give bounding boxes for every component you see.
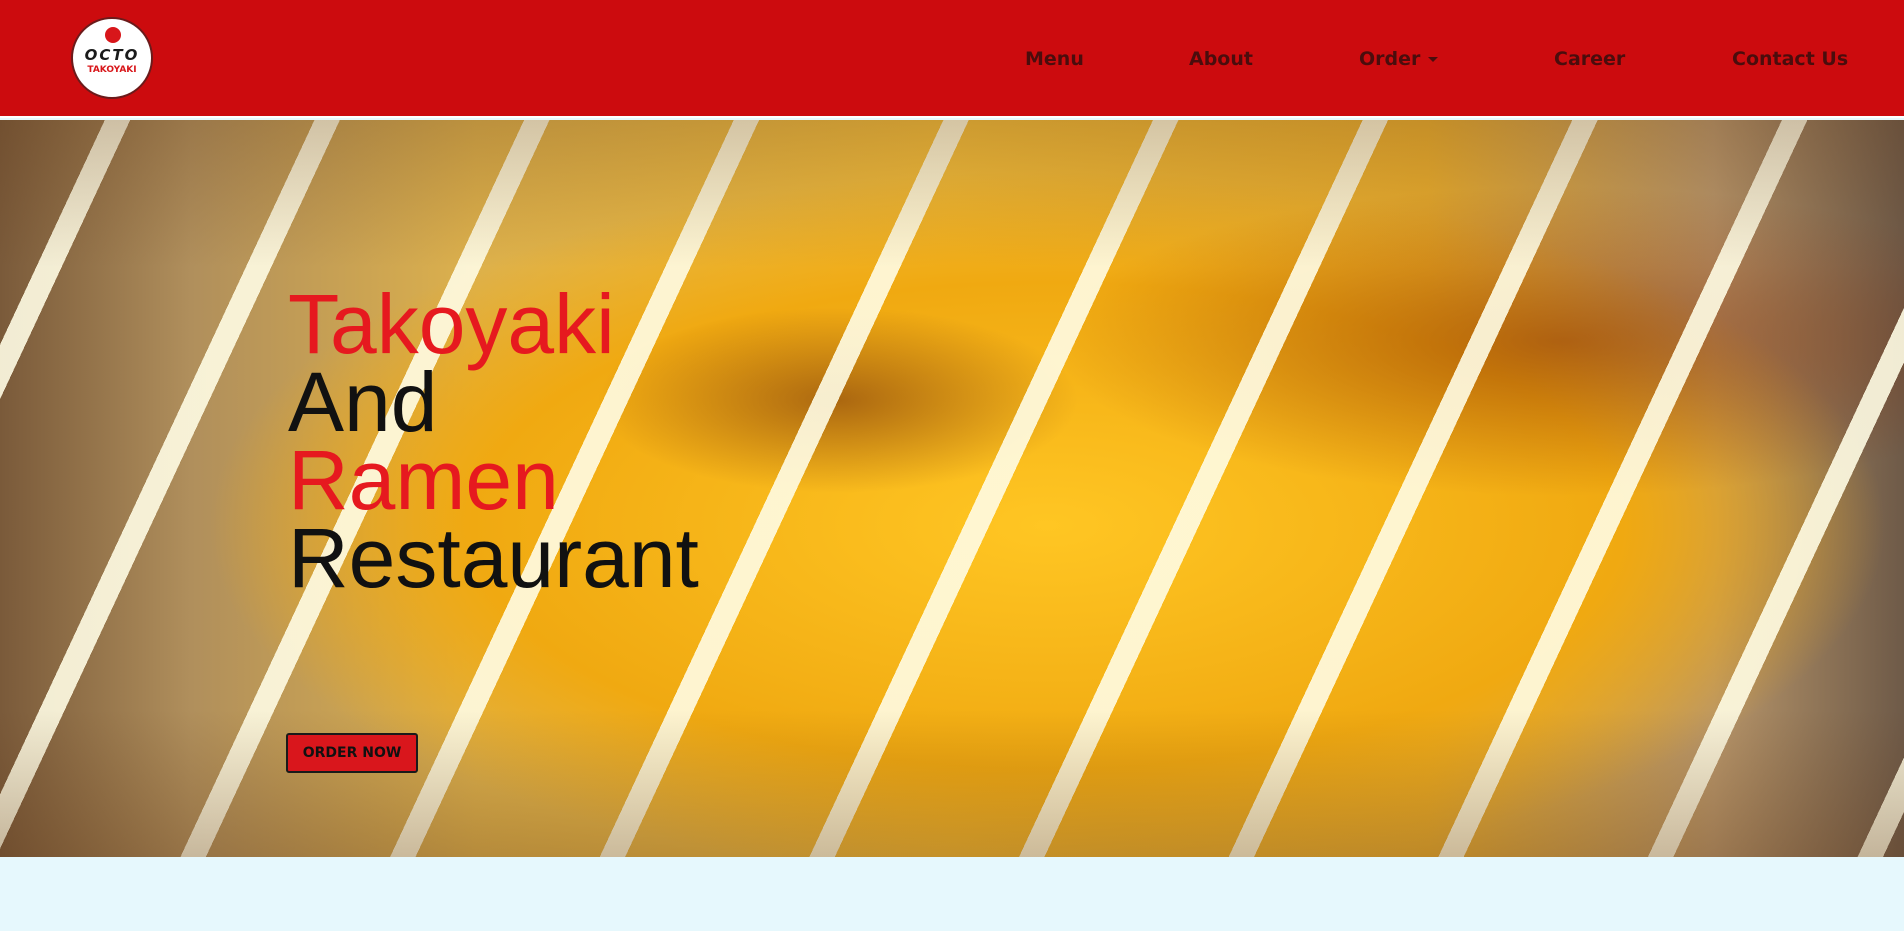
hero-line-and: And — [288, 355, 438, 449]
octopus-icon — [105, 27, 121, 43]
order-now-button[interactable]: ORDER NOW — [286, 733, 418, 773]
hero-line-restaurant: Restaurant — [288, 511, 699, 605]
hero-heading: Takoyaki And Ramen Restaurant — [288, 277, 699, 605]
hero-banner: Takoyaki And Ramen Restaurant ORDER NOW — [0, 120, 1904, 857]
chevron-down-icon — [1428, 57, 1439, 62]
logo-word: OCTO — [84, 46, 140, 64]
nav-item-order-label: Order — [1359, 48, 1421, 70]
logo-subtitle: TAKOYAKI — [87, 65, 137, 75]
nav-item-about[interactable]: About — [1189, 48, 1253, 70]
navbar: OCTO TAKOYAKI Menu About Order Career Co… — [0, 0, 1904, 118]
nav-item-menu[interactable]: Menu — [1025, 48, 1084, 70]
nav-item-contact-us[interactable]: Contact Us — [1732, 48, 1848, 70]
nav-item-career[interactable]: Career — [1554, 48, 1625, 70]
hero-line-takoyaki: Takoyaki — [288, 277, 615, 371]
brand-logo[interactable]: OCTO TAKOYAKI — [71, 17, 153, 99]
nav-item-order[interactable]: Order — [1359, 48, 1439, 70]
hero-line-ramen: Ramen — [288, 433, 559, 527]
